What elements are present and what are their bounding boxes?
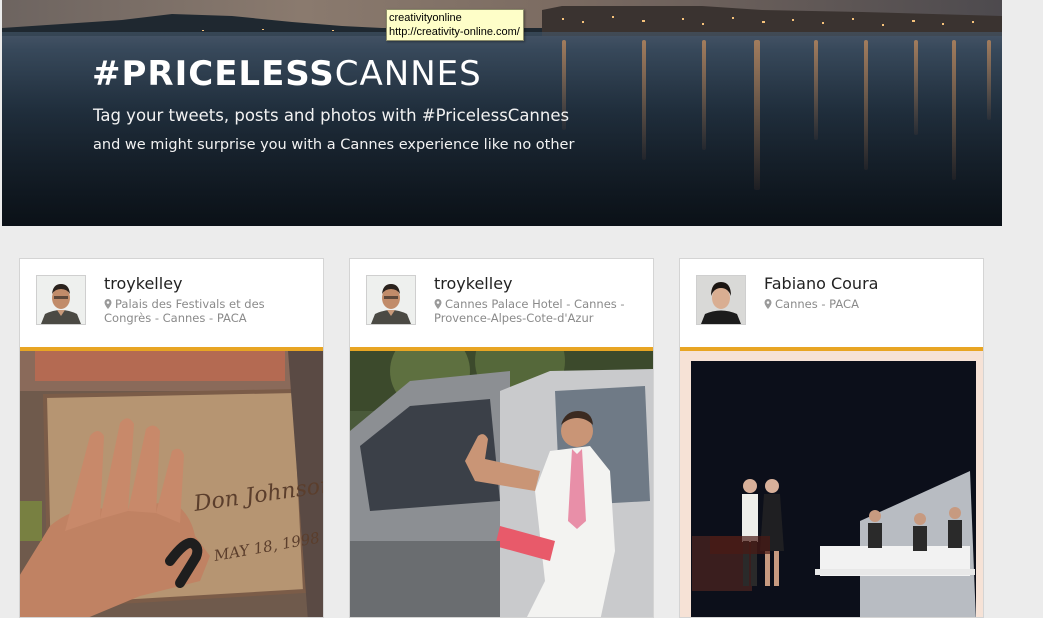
post-photo[interactable] — [350, 351, 653, 617]
post-location-text: Palais des Festivals et des Congrès - Ca… — [104, 297, 265, 325]
post-card[interactable]: troykelley Palais des Festivals et des C… — [19, 258, 324, 618]
post-card-header: troykelley Cannes Palace Hotel - Cannes … — [350, 259, 653, 351]
post-photo[interactable] — [680, 351, 983, 617]
map-pin-icon — [434, 299, 442, 309]
post-location: Cannes - PACA — [764, 297, 964, 311]
tooltip-url: http://creativity-online.com/ — [389, 26, 520, 38]
post-location: Cannes Palace Hotel - Cannes - Provence-… — [434, 297, 634, 325]
post-location: Palais des Festivals et des Congrès - Ca… — [104, 297, 304, 325]
post-location-text: Cannes - PACA — [775, 297, 859, 311]
map-pin-icon — [764, 299, 772, 309]
post-photo[interactable]: Don Johnson MAY 18, 1998 — [20, 351, 323, 617]
post-location-text: Cannes Palace Hotel - Cannes - Provence-… — [434, 297, 625, 325]
hero-tagline-2: and we might surprise you with a Cannes … — [93, 137, 575, 153]
avatar[interactable] — [696, 275, 746, 325]
link-tooltip: creativityonline http://creativity-onlin… — [386, 9, 524, 41]
post-username[interactable]: troykelley — [434, 274, 513, 294]
post-card[interactable]: Fabiano Coura Cannes - PACA — [679, 258, 984, 618]
tooltip-title: creativityonline — [389, 12, 462, 24]
post-username[interactable]: Fabiano Coura — [764, 274, 878, 294]
post-username[interactable]: troykelley — [104, 274, 183, 294]
hero-title-hashtag: #PRICELESS — [92, 54, 335, 94]
post-card-header: troykelley Palais des Festivals et des C… — [20, 259, 323, 351]
hero-title-city: CANNES — [334, 54, 482, 94]
map-pin-icon — [104, 299, 112, 309]
post-card-header: Fabiano Coura Cannes - PACA — [680, 259, 983, 351]
avatar[interactable] — [366, 275, 416, 325]
post-card[interactable]: troykelley Cannes Palace Hotel - Cannes … — [349, 258, 654, 618]
hero-tagline-1: Tag your tweets, posts and photos with #… — [93, 106, 570, 125]
hero-title: #PRICELESSCANNES — [92, 56, 482, 92]
avatar[interactable] — [36, 275, 86, 325]
